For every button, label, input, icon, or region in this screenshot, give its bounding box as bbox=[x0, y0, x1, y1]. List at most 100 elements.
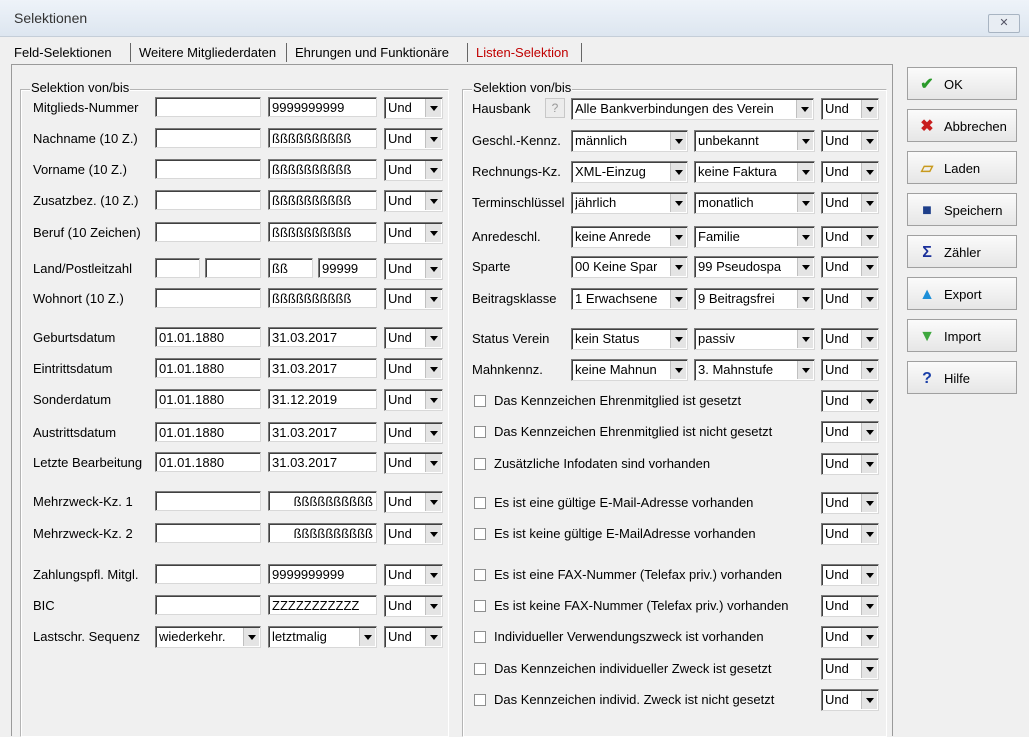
nachname-to-input[interactable]: ßßßßßßßßßß bbox=[268, 128, 377, 148]
chevron-down-icon[interactable] bbox=[425, 493, 441, 511]
checkbox[interactable] bbox=[474, 528, 486, 540]
chevron-down-icon[interactable] bbox=[861, 228, 877, 246]
chevron-down-icon[interactable] bbox=[425, 192, 441, 210]
check-operator-select[interactable]: Und bbox=[821, 390, 879, 412]
rechnungs-kz-from-select[interactable]: XML-Einzug bbox=[571, 161, 688, 183]
checkbox[interactable] bbox=[474, 458, 486, 470]
vorname-operator-select[interactable]: Und bbox=[384, 159, 443, 181]
beruf-to-input[interactable]: ßßßßßßßßßß bbox=[268, 222, 377, 242]
austrittsdatum-operator-select[interactable]: Und bbox=[384, 422, 443, 444]
mahnkennz-to-select[interactable]: 3. Mahnstufe bbox=[694, 359, 815, 381]
chevron-down-icon[interactable] bbox=[425, 260, 441, 278]
speichern-button[interactable]: ■ Speichern bbox=[907, 193, 1017, 226]
checkbox[interactable] bbox=[474, 395, 486, 407]
lastschrift-from-select[interactable]: wiederkehr. bbox=[155, 626, 261, 648]
chevron-down-icon[interactable] bbox=[425, 161, 441, 179]
chevron-down-icon[interactable] bbox=[797, 163, 813, 181]
geburtsdatum-from-input[interactable]: 01.01.1880 bbox=[155, 327, 261, 347]
chevron-down-icon[interactable] bbox=[861, 132, 877, 150]
austrittsdatum-to-input[interactable]: 31.03.2017 bbox=[268, 422, 377, 442]
zahlungspfl-from-input[interactable] bbox=[155, 564, 261, 584]
chevron-down-icon[interactable] bbox=[861, 361, 877, 379]
chevron-down-icon[interactable] bbox=[797, 361, 813, 379]
geschlecht-operator-select[interactable]: Und bbox=[821, 130, 879, 152]
close-button[interactable]: ✕ bbox=[988, 14, 1020, 33]
mahnkennz-operator-select[interactable]: Und bbox=[821, 359, 879, 381]
terminschluessel-from-select[interactable]: jährlich bbox=[571, 192, 688, 214]
chevron-down-icon[interactable] bbox=[425, 424, 441, 442]
chevron-down-icon[interactable] bbox=[861, 258, 877, 276]
ok-button[interactable]: ✔ OK bbox=[907, 67, 1017, 100]
chevron-down-icon[interactable] bbox=[670, 132, 686, 150]
checkbox[interactable] bbox=[474, 631, 486, 643]
beitragsklasse-to-select[interactable]: 9 Beitragsfrei bbox=[694, 288, 815, 310]
status-verein-from-select[interactable]: kein Status bbox=[571, 328, 688, 350]
chevron-down-icon[interactable] bbox=[861, 330, 877, 348]
checkbox[interactable] bbox=[474, 694, 486, 706]
chevron-down-icon[interactable] bbox=[861, 100, 877, 118]
chevron-down-icon[interactable] bbox=[861, 423, 877, 441]
checkbox[interactable] bbox=[474, 569, 486, 581]
chevron-down-icon[interactable] bbox=[425, 130, 441, 148]
sonderdatum-to-input[interactable]: 31.12.2019 bbox=[268, 389, 377, 409]
eintrittsdatum-from-input[interactable]: 01.01.1880 bbox=[155, 358, 261, 378]
help-icon[interactable]: ? bbox=[545, 98, 565, 118]
check-operator-select[interactable]: Und bbox=[821, 595, 879, 617]
zaehler-button[interactable]: Σ Zähler bbox=[907, 235, 1017, 268]
check-operator-select[interactable]: Und bbox=[821, 492, 879, 514]
beruf-operator-select[interactable]: Und bbox=[384, 222, 443, 244]
lastschrift-operator-select[interactable]: Und bbox=[384, 626, 443, 648]
geschlecht-from-select[interactable]: männlich bbox=[571, 130, 688, 152]
chevron-down-icon[interactable] bbox=[670, 258, 686, 276]
chevron-down-icon[interactable] bbox=[670, 290, 686, 308]
zusatzbez-operator-select[interactable]: Und bbox=[384, 190, 443, 212]
mehrzweck-2-operator-select[interactable]: Und bbox=[384, 523, 443, 545]
chevron-down-icon[interactable] bbox=[425, 224, 441, 242]
chevron-down-icon[interactable] bbox=[670, 163, 686, 181]
chevron-down-icon[interactable] bbox=[861, 597, 877, 615]
mehrzweck-1-to-input[interactable]: ßßßßßßßßßß bbox=[268, 491, 377, 511]
chevron-down-icon[interactable] bbox=[861, 691, 877, 709]
abbrechen-button[interactable]: ✖ Abbrechen bbox=[907, 109, 1017, 142]
tab-feld-selektionen[interactable]: Feld-Selektionen bbox=[8, 42, 118, 63]
chevron-down-icon[interactable] bbox=[797, 330, 813, 348]
mehrzweck-2-from-input[interactable] bbox=[155, 523, 261, 543]
mehrzweck-1-from-input[interactable] bbox=[155, 491, 261, 511]
chevron-down-icon[interactable] bbox=[861, 660, 877, 678]
beitragsklasse-from-select[interactable]: 1 Erwachsene bbox=[571, 288, 688, 310]
plz-from-input[interactable] bbox=[205, 258, 261, 278]
chevron-down-icon[interactable] bbox=[425, 597, 441, 615]
check-operator-select[interactable]: Und bbox=[821, 421, 879, 443]
geburtsdatum-to-input[interactable]: 31.03.2017 bbox=[268, 327, 377, 347]
nachname-from-input[interactable] bbox=[155, 128, 261, 148]
chevron-down-icon[interactable] bbox=[861, 455, 877, 473]
chevron-down-icon[interactable] bbox=[797, 290, 813, 308]
sonderdatum-from-input[interactable]: 01.01.1880 bbox=[155, 389, 261, 409]
chevron-down-icon[interactable] bbox=[861, 163, 877, 181]
austrittsdatum-from-input[interactable]: 01.01.1880 bbox=[155, 422, 261, 442]
sparte-operator-select[interactable]: Und bbox=[821, 256, 879, 278]
chevron-down-icon[interactable] bbox=[425, 99, 441, 117]
zusatzbez-to-input[interactable]: ßßßßßßßßßß bbox=[268, 190, 377, 210]
chevron-down-icon[interactable] bbox=[861, 392, 877, 410]
chevron-down-icon[interactable] bbox=[797, 228, 813, 246]
chevron-down-icon[interactable] bbox=[425, 391, 441, 409]
vorname-from-input[interactable] bbox=[155, 159, 261, 179]
bic-to-input[interactable]: ZZZZZZZZZZZ bbox=[268, 595, 377, 615]
chevron-down-icon[interactable] bbox=[425, 454, 441, 472]
mitgliedsnummer-from-input[interactable] bbox=[155, 97, 261, 117]
bic-from-input[interactable] bbox=[155, 595, 261, 615]
mahnkennz-from-select[interactable]: keine Mahnun bbox=[571, 359, 688, 381]
chevron-down-icon[interactable] bbox=[797, 194, 813, 212]
chevron-down-icon[interactable] bbox=[796, 100, 812, 118]
land-from-input[interactable] bbox=[155, 258, 200, 278]
land-to-input[interactable]: ßß bbox=[268, 258, 313, 278]
zahlungspfl-operator-select[interactable]: Und bbox=[384, 564, 443, 586]
plz-to-input[interactable]: 99999 bbox=[318, 258, 377, 278]
hilfe-button[interactable]: ? Hilfe bbox=[907, 361, 1017, 394]
chevron-down-icon[interactable] bbox=[861, 525, 877, 543]
chevron-down-icon[interactable] bbox=[861, 628, 877, 646]
eintrittsdatum-to-input[interactable]: 31.03.2017 bbox=[268, 358, 377, 378]
chevron-down-icon[interactable] bbox=[861, 194, 877, 212]
check-operator-select[interactable]: Und bbox=[821, 453, 879, 475]
